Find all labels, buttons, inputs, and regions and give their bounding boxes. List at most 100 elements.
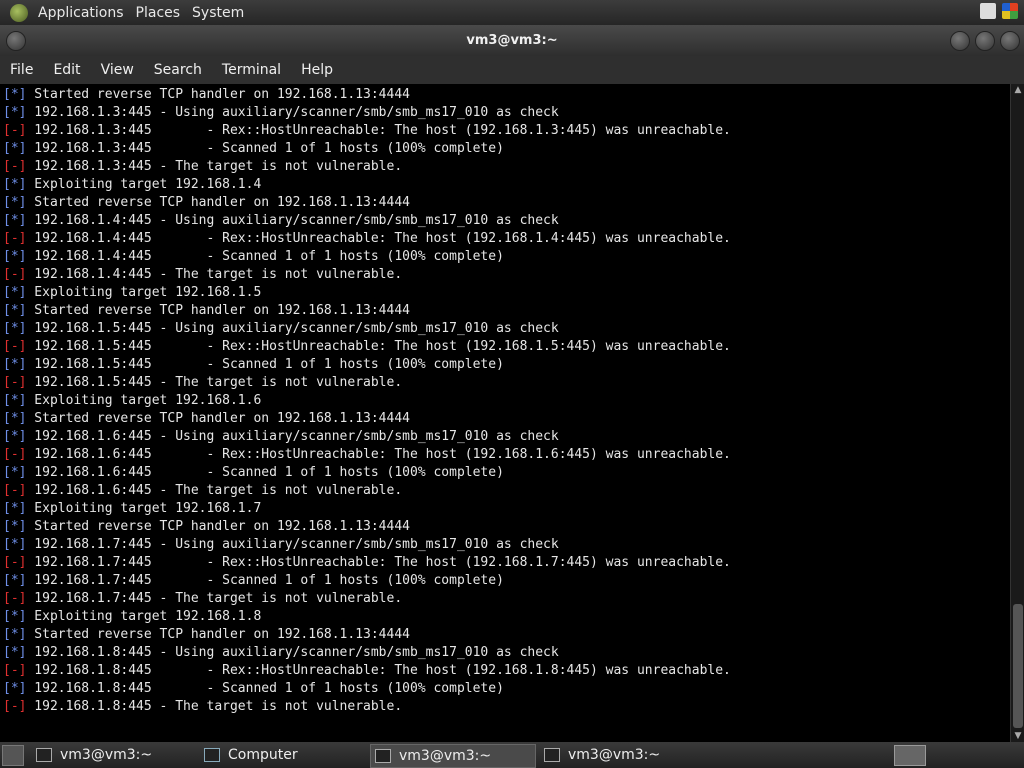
error-tag: [-] <box>3 375 27 390</box>
terminal-line-text: 192.168.1.7:445 - Using auxiliary/scanne… <box>26 537 559 552</box>
info-tag: [*] <box>3 393 27 408</box>
info-tag: [*] <box>3 249 27 264</box>
terminal-line: [-] 192.168.1.6:445 - The target is not … <box>3 482 731 500</box>
error-tag: [-] <box>3 339 27 354</box>
terminal-line: [*] Exploiting target 192.168.1.7 <box>3 500 731 518</box>
terminal-line-text: 192.168.1.4:445 - Using auxiliary/scanne… <box>26 213 559 228</box>
terminal-line-text: 192.168.1.5:445 - Using auxiliary/scanne… <box>26 321 559 336</box>
terminal-line: [*] 192.168.1.6:445 - Using auxiliary/sc… <box>3 428 731 446</box>
task-label: vm3@vm3:~ <box>399 748 492 764</box>
top-panel: Applications Places System <box>0 0 1024 25</box>
terminal-line: [*] 192.168.1.3:445 - Scanned 1 of 1 hos… <box>3 140 731 158</box>
info-tag: [*] <box>3 87 27 102</box>
show-desktop-icon[interactable] <box>2 745 24 766</box>
terminal-line-text: 192.168.1.7:445 - Rex::HostUnreachable: … <box>26 555 731 570</box>
info-tag: [*] <box>3 177 27 192</box>
computer-icon <box>204 748 220 762</box>
info-tag: [*] <box>3 429 27 444</box>
terminal-line: [*] Started reverse TCP handler on 192.1… <box>3 410 731 428</box>
distro-logo-icon[interactable] <box>10 3 28 22</box>
taskbar: vm3@vm3:~ Computer vm3@vm3:~ vm3@vm3:~ <box>0 742 1024 768</box>
terminal-line: [-] 192.168.1.4:445 - The target is not … <box>3 266 731 284</box>
minimize-button[interactable] <box>950 31 970 51</box>
panel-menu-applications[interactable]: Applications <box>32 5 130 21</box>
menu-file[interactable]: File <box>0 62 43 78</box>
taskbar-task-1[interactable]: Computer <box>204 744 366 766</box>
info-tag: [*] <box>3 627 27 642</box>
terminal-line: [-] 192.168.1.6:445 - Rex::HostUnreachab… <box>3 446 731 464</box>
terminal-line: [*] Started reverse TCP handler on 192.1… <box>3 302 731 320</box>
info-tag: [*] <box>3 321 27 336</box>
panel-menu-system[interactable]: System <box>186 5 250 21</box>
terminal-line-text: 192.168.1.3:445 - Scanned 1 of 1 hosts (… <box>26 141 504 156</box>
terminal-line-text: 192.168.1.5:445 - Rex::HostUnreachable: … <box>26 339 731 354</box>
info-tag: [*] <box>3 501 27 516</box>
terminal-line-text: Started reverse TCP handler on 192.168.1… <box>26 519 410 534</box>
terminal-line: [*] 192.168.1.4:445 - Using auxiliary/sc… <box>3 212 731 230</box>
windows-flag-tray-icon[interactable] <box>1002 3 1018 19</box>
terminal-line: [-] 192.168.1.8:445 - Rex::HostUnreachab… <box>3 662 731 680</box>
terminal-line-text: Started reverse TCP handler on 192.168.1… <box>26 87 410 102</box>
terminal-line-text: 192.168.1.6:445 - Rex::HostUnreachable: … <box>26 447 731 462</box>
scrollbar-thumb[interactable] <box>1013 604 1023 728</box>
terminal-line: [-] 192.168.1.5:445 - Rex::HostUnreachab… <box>3 338 731 356</box>
menu-help[interactable]: Help <box>291 62 343 78</box>
terminal-line-text: Exploiting target 192.168.1.7 <box>26 501 262 516</box>
info-tag: [*] <box>3 537 27 552</box>
error-tag: [-] <box>3 123 27 138</box>
menu-terminal[interactable]: Terminal <box>212 62 291 78</box>
info-tag: [*] <box>3 681 27 696</box>
terminal-line: [*] 192.168.1.3:445 - Using auxiliary/sc… <box>3 104 731 122</box>
info-tag: [*] <box>3 411 27 426</box>
info-tag: [*] <box>3 303 27 318</box>
terminal-line-text: Started reverse TCP handler on 192.168.1… <box>26 627 410 642</box>
terminal-output[interactable]: [*] Started reverse TCP handler on 192.1… <box>0 84 1010 742</box>
menubar: File Edit View Search Terminal Help <box>0 56 1024 84</box>
terminal-line: [*] 192.168.1.4:445 - Scanned 1 of 1 hos… <box>3 248 731 266</box>
window-titlebar[interactable]: vm3@vm3:~ <box>0 25 1024 56</box>
terminal-line-text: 192.168.1.8:445 - Using auxiliary/scanne… <box>26 645 559 660</box>
taskbar-task-2[interactable]: vm3@vm3:~ <box>370 744 536 768</box>
terminal-line-text: 192.168.1.6:445 - The target is not vuln… <box>26 483 403 498</box>
menu-edit[interactable]: Edit <box>43 62 90 78</box>
info-tag: [*] <box>3 519 27 534</box>
window-menu-button[interactable] <box>6 31 26 51</box>
terminal-lines: [*] Started reverse TCP handler on 192.1… <box>3 86 731 716</box>
error-tag: [-] <box>3 663 27 678</box>
terminal-icon <box>544 748 560 762</box>
scroll-up-arrow-icon[interactable]: ▲ <box>1011 84 1024 96</box>
terminal-line-text: 192.168.1.8:445 - Rex::HostUnreachable: … <box>26 663 731 678</box>
taskbar-task-0[interactable]: vm3@vm3:~ <box>36 744 198 766</box>
terminal-line: [-] 192.168.1.7:445 - The target is not … <box>3 590 731 608</box>
error-tag: [-] <box>3 555 27 570</box>
terminal-line-text: 192.168.1.4:445 - Rex::HostUnreachable: … <box>26 231 731 246</box>
terminal-line-text: 192.168.1.8:445 - The target is not vuln… <box>26 699 403 714</box>
scroll-down-arrow-icon[interactable]: ▼ <box>1011 730 1024 742</box>
terminal-scrollbar[interactable]: ▲ ▼ <box>1010 84 1024 742</box>
terminal-line: [-] 192.168.1.7:445 - Rex::HostUnreachab… <box>3 554 731 572</box>
error-tag: [-] <box>3 159 27 174</box>
menu-search[interactable]: Search <box>144 62 212 78</box>
terminal-line-text: Exploiting target 192.168.1.6 <box>26 393 262 408</box>
error-tag: [-] <box>3 699 27 714</box>
terminal-line-text: Exploiting target 192.168.1.8 <box>26 609 262 624</box>
maximize-button[interactable] <box>975 31 995 51</box>
close-button[interactable] <box>1000 31 1020 51</box>
terminal-line-text: Started reverse TCP handler on 192.168.1… <box>26 411 410 426</box>
menu-view[interactable]: View <box>91 62 144 78</box>
panel-menu-places[interactable]: Places <box>130 5 187 21</box>
task-label: vm3@vm3:~ <box>568 747 661 763</box>
terminal-line-text: 192.168.1.4:445 - The target is not vuln… <box>26 267 403 282</box>
task-label: vm3@vm3:~ <box>60 747 153 763</box>
terminal-icon <box>36 748 52 762</box>
taskbar-task-3[interactable]: vm3@vm3:~ <box>540 744 704 766</box>
terminal-line: [*] Exploiting target 192.168.1.8 <box>3 608 731 626</box>
terminal-line-text: 192.168.1.5:445 - Scanned 1 of 1 hosts (… <box>26 357 504 372</box>
terminal-line: [-] 192.168.1.4:445 - Rex::HostUnreachab… <box>3 230 731 248</box>
screenshot-tray-icon[interactable] <box>980 3 996 19</box>
error-tag: [-] <box>3 447 27 462</box>
terminal-line: [-] 192.168.1.5:445 - The target is not … <box>3 374 731 392</box>
workspace-switcher[interactable] <box>894 745 926 766</box>
terminal-line-text: 192.168.1.3:445 - Rex::HostUnreachable: … <box>26 123 731 138</box>
info-tag: [*] <box>3 105 27 120</box>
